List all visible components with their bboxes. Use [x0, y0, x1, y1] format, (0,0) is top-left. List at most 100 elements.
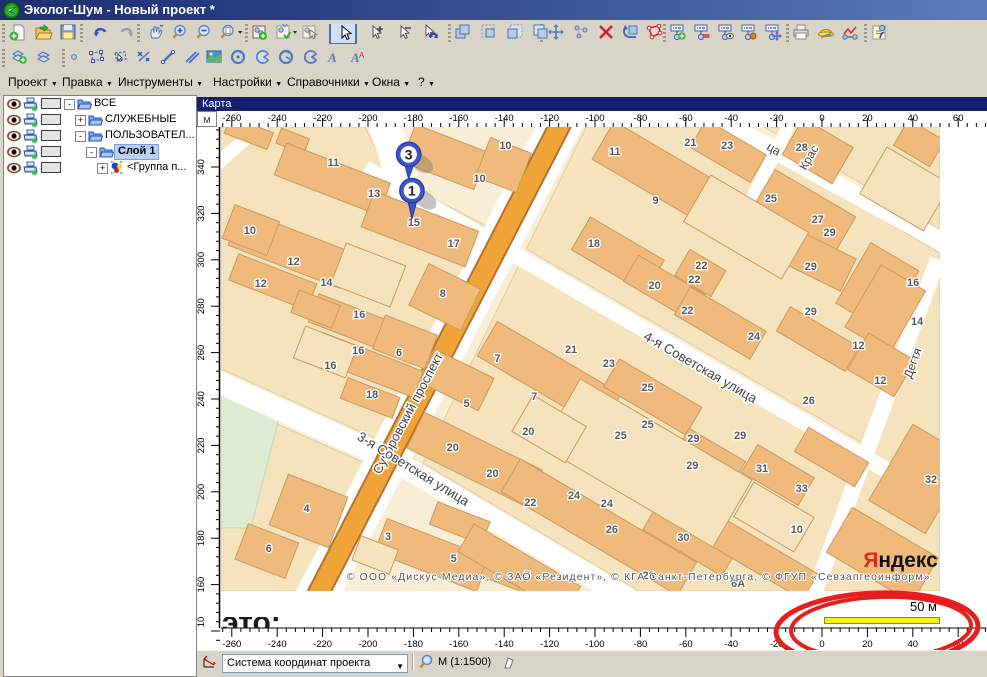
- svg-text:6: 6: [266, 543, 272, 555]
- svg-text:24: 24: [568, 490, 581, 502]
- svg-text:9: 9: [653, 195, 659, 207]
- svg-text:-240: -240: [268, 113, 287, 124]
- svg-text:26: 26: [606, 524, 618, 536]
- svg-text:-220: -220: [313, 639, 332, 650]
- svg-text:17: 17: [448, 238, 460, 250]
- svg-text:-240: -240: [268, 639, 287, 650]
- svg-text:10: 10: [791, 524, 803, 536]
- svg-text:5: 5: [451, 553, 457, 565]
- svg-text:A: A: [359, 51, 365, 60]
- svg-text:15: 15: [408, 217, 420, 229]
- svg-text:260: 260: [197, 345, 207, 361]
- svg-text:16: 16: [907, 277, 919, 289]
- svg-text:-220: -220: [313, 113, 332, 124]
- svg-text:25: 25: [765, 193, 777, 205]
- svg-text:6: 6: [396, 347, 402, 359]
- svg-text:16: 16: [352, 345, 364, 357]
- svg-text:-140: -140: [495, 113, 514, 124]
- svg-text:-180: -180: [404, 639, 423, 650]
- svg-text:-40: -40: [724, 113, 738, 124]
- svg-text:25: 25: [642, 382, 654, 394]
- svg-text:© ООО «Дискус Медиа», © ЗАО «Р: © ООО «Дискус Медиа», © ЗАО «Резидент», …: [347, 571, 931, 583]
- svg-text:-200: -200: [358, 639, 377, 650]
- svg-text:-140: -140: [495, 639, 514, 650]
- svg-text:20: 20: [486, 468, 498, 480]
- svg-text:24: 24: [748, 331, 761, 343]
- svg-text:32: 32: [925, 474, 937, 486]
- svg-text:-160: -160: [449, 639, 468, 650]
- svg-text:29: 29: [687, 433, 699, 445]
- svg-text:21: 21: [565, 344, 577, 356]
- svg-text:14: 14: [320, 277, 333, 289]
- svg-text:20: 20: [522, 426, 534, 438]
- svg-text:21: 21: [684, 137, 696, 149]
- svg-text:-260: -260: [222, 639, 241, 650]
- svg-text:25: 25: [642, 419, 654, 431]
- svg-text:27: 27: [812, 214, 824, 226]
- svg-text:20: 20: [447, 442, 459, 454]
- svg-text:-120: -120: [540, 639, 559, 650]
- svg-text:40: 40: [908, 113, 919, 124]
- svg-text:31: 31: [756, 463, 768, 475]
- svg-text:11: 11: [609, 146, 621, 158]
- svg-text:220: 220: [197, 437, 207, 453]
- svg-text:200: 200: [197, 484, 207, 500]
- svg-text:300: 300: [197, 252, 207, 268]
- svg-text:8: 8: [440, 288, 446, 300]
- svg-text:0: 0: [819, 113, 824, 124]
- svg-text:29: 29: [805, 306, 817, 318]
- svg-text:29: 29: [734, 430, 746, 442]
- svg-text:-60: -60: [679, 113, 693, 124]
- svg-text:22: 22: [695, 260, 707, 272]
- svg-text:-100: -100: [585, 113, 604, 124]
- svg-text:-200: -200: [358, 113, 377, 124]
- svg-text:25: 25: [615, 430, 627, 442]
- svg-text:160: 160: [197, 577, 207, 593]
- svg-text:3: 3: [385, 531, 391, 543]
- svg-text:29: 29: [824, 227, 836, 239]
- svg-text:12: 12: [852, 340, 864, 352]
- svg-text:320: 320: [197, 205, 207, 221]
- svg-text:340: 340: [197, 159, 207, 175]
- svg-text:22: 22: [681, 305, 693, 317]
- svg-text:23: 23: [721, 140, 733, 152]
- svg-text:18: 18: [366, 389, 378, 401]
- svg-text:13: 13: [368, 188, 380, 200]
- svg-text:-20: -20: [770, 113, 784, 124]
- svg-text:11: 11: [328, 157, 340, 169]
- svg-text:-260: -260: [222, 113, 241, 124]
- svg-text:4: 4: [303, 503, 310, 515]
- svg-text:23: 23: [603, 358, 615, 370]
- svg-text:26: 26: [803, 395, 815, 407]
- svg-text:12: 12: [255, 278, 267, 290]
- svg-text:A: A: [327, 50, 337, 65]
- svg-text:22: 22: [688, 274, 700, 286]
- svg-text:-80: -80: [634, 113, 648, 124]
- svg-text:12: 12: [874, 375, 886, 387]
- svg-text:29: 29: [805, 261, 817, 273]
- svg-text:Яндекс: Яндекс: [863, 549, 938, 572]
- svg-text:-100: -100: [585, 639, 604, 650]
- svg-text:60: 60: [953, 113, 964, 124]
- svg-text:240: 240: [197, 391, 207, 407]
- svg-text:28: 28: [796, 142, 808, 154]
- svg-text:29: 29: [686, 460, 698, 472]
- svg-text:-80: -80: [634, 639, 648, 650]
- svg-text:-180: -180: [404, 113, 423, 124]
- svg-text:33: 33: [796, 483, 808, 495]
- svg-text:280: 280: [197, 298, 207, 314]
- svg-text:16: 16: [324, 360, 336, 372]
- svg-text:-160: -160: [449, 113, 468, 124]
- svg-text:7: 7: [494, 353, 500, 365]
- svg-text:14: 14: [911, 316, 924, 328]
- svg-text:30: 30: [677, 532, 689, 544]
- svg-text:18: 18: [588, 238, 600, 250]
- svg-text:24: 24: [601, 498, 614, 510]
- svg-text:10: 10: [244, 225, 256, 237]
- svg-text:-120: -120: [540, 113, 559, 124]
- svg-text:12: 12: [288, 256, 300, 268]
- svg-text:20: 20: [649, 280, 661, 292]
- svg-text:20: 20: [862, 113, 873, 124]
- svg-text:10: 10: [499, 140, 511, 152]
- svg-text:10: 10: [197, 617, 207, 628]
